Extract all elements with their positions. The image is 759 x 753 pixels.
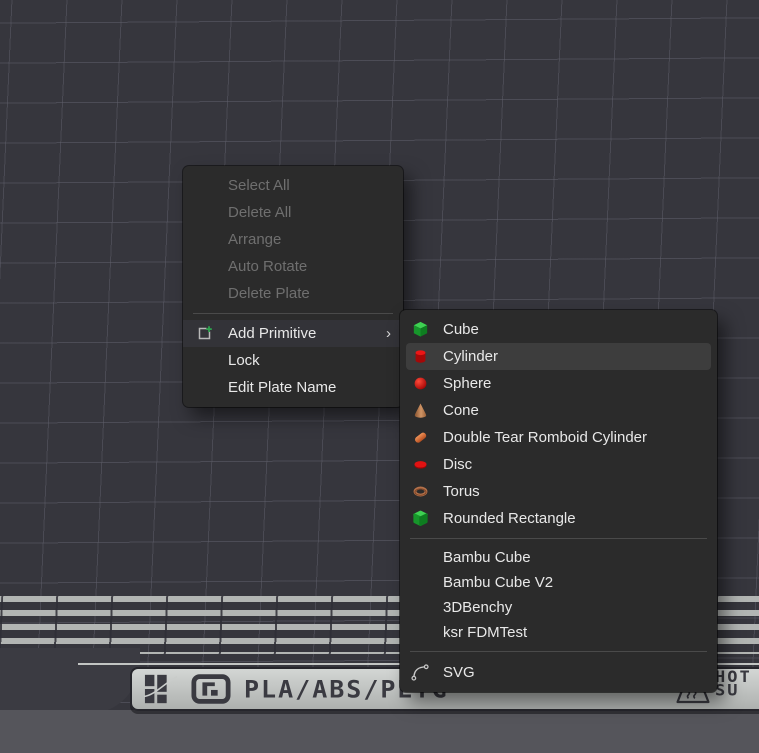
menu-item-delete-all: Delete All [183, 199, 403, 226]
menu-item-edit-plate-name[interactable]: Edit Plate Name [183, 374, 403, 401]
menu-item-auto-rotate: Auto Rotate [183, 253, 403, 280]
submenu-item-cone[interactable]: Cone [406, 397, 711, 424]
menu-separator [193, 313, 393, 314]
viewport-3d[interactable]: PLA/ABS/PETG HOT SU Select All Delete Al… [0, 0, 759, 753]
cone-icon [410, 401, 430, 421]
submenu-separator [410, 651, 707, 652]
submenu-item-bambu-cube[interactable]: Bambu Cube [406, 545, 711, 570]
submenu-separator [410, 538, 707, 539]
cylinder-icon [410, 347, 430, 367]
submenu-item-cube[interactable]: Cube [406, 316, 711, 343]
sphere-icon [410, 374, 430, 394]
add-primitive-submenu: Cube Cylinder Sphere [400, 310, 717, 692]
submenu-item-disc[interactable]: Disc [406, 451, 711, 478]
submenu-item-bambu-cube-v2[interactable]: Bambu Cube V2 [406, 570, 711, 595]
submenu-item-rounded-rectangle[interactable]: Rounded Rectangle [406, 505, 711, 532]
rounded-rectangle-icon [410, 509, 430, 529]
submenu-item-cylinder[interactable]: Cylinder [406, 343, 711, 370]
cube-icon [410, 320, 430, 340]
double-tear-romboid-cylinder-icon [410, 428, 430, 448]
hot-surface-label: HOT SU [715, 671, 759, 698]
bezier-curve-icon [410, 662, 430, 682]
plate-corner-chamfer [0, 648, 140, 714]
add-primitive-icon [195, 325, 213, 343]
submenu-item-torus[interactable]: Torus [406, 478, 711, 505]
submenu-item-3dbenchy[interactable]: 3DBenchy [406, 595, 711, 620]
submenu-item-svg[interactable]: SVG [406, 658, 711, 686]
plate-logo-icon [144, 674, 178, 704]
submenu-item-double-tear-romboid-cylinder[interactable]: Double Tear Romboid Cylinder [406, 424, 711, 451]
torus-icon [410, 482, 430, 502]
submenu-item-sphere[interactable]: Sphere [406, 370, 711, 397]
plate-front-edge [0, 710, 759, 753]
menu-item-lock[interactable]: Lock [183, 347, 403, 374]
submenu-item-ksr-fdmtest[interactable]: ksr FDMTest [406, 620, 711, 645]
brand-mark-icon [191, 673, 231, 705]
menu-item-arrange: Arrange [183, 226, 403, 253]
menu-item-delete-plate: Delete Plate [183, 280, 403, 307]
plate-context-menu: Select All Delete All Arrange Auto Rotat… [183, 166, 403, 407]
submenu-chevron-icon: › [386, 325, 391, 342]
menu-item-add-primitive[interactable]: Add Primitive › [183, 320, 403, 347]
disc-icon [410, 455, 430, 475]
menu-item-select-all: Select All [183, 172, 403, 199]
